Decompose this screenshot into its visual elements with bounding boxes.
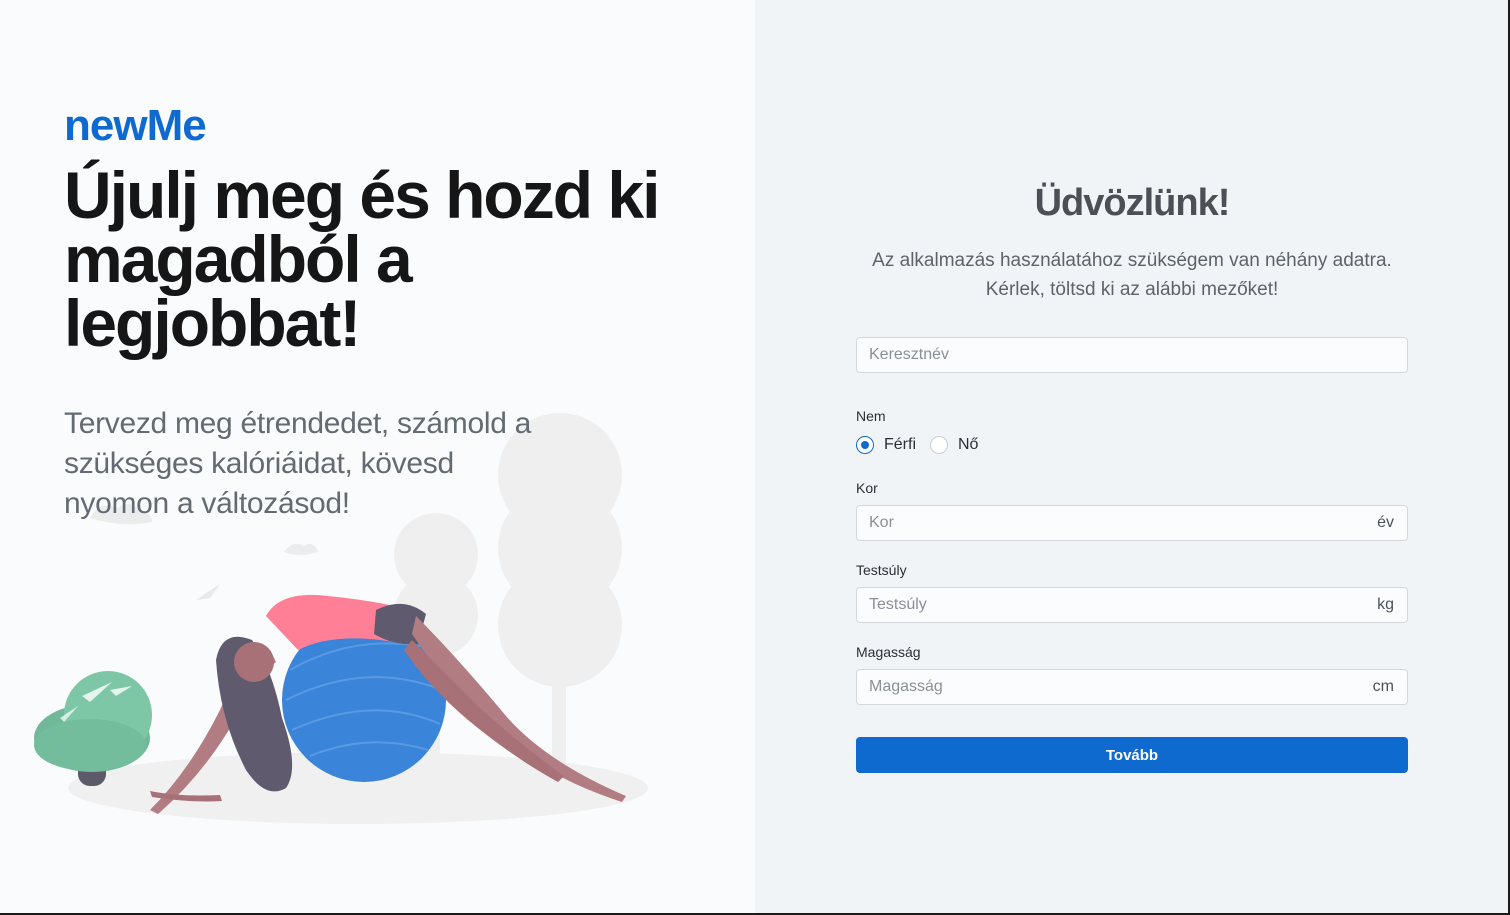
age-input[interactable] xyxy=(857,506,1339,540)
height-input[interactable] xyxy=(857,670,1339,704)
weight-label: Testsúly xyxy=(856,562,907,578)
height-field[interactable]: cm xyxy=(856,669,1408,705)
gender-option-male-label: Férfi xyxy=(884,436,916,453)
age-unit: év xyxy=(1377,514,1394,531)
weight-field[interactable]: kg xyxy=(856,587,1408,623)
continue-button[interactable]: Tovább xyxy=(856,737,1408,773)
weight-unit: kg xyxy=(1377,596,1394,613)
firstname-field[interactable] xyxy=(856,337,1408,373)
gender-radio-group: Férfi Nő xyxy=(856,433,1408,457)
form-title: Üdvözlünk! xyxy=(1034,182,1231,224)
gender-option-female-label: Nő xyxy=(958,436,979,453)
form-intro: Az alkalmazás használatához szükségem va… xyxy=(856,246,1408,304)
hero-subtext: Tervezd meg étrendedet, számold a szüksé… xyxy=(64,407,532,520)
hero-panel: newMe Újulj meg és hozd ki magadból a le… xyxy=(0,0,755,913)
gender-option-female[interactable]: Nő xyxy=(930,436,978,454)
gender-label: Nem xyxy=(856,408,886,424)
weight-input[interactable] xyxy=(857,588,1339,622)
form-intro-line-2: Kérlek, töltsd ki az alábbi mezőket! xyxy=(985,279,1279,300)
radio-unchecked-icon[interactable] xyxy=(930,436,948,454)
age-field[interactable]: év xyxy=(856,505,1408,541)
radio-checked-icon[interactable] xyxy=(856,436,874,454)
age-label: Kor xyxy=(856,480,878,496)
height-unit: cm xyxy=(1372,678,1394,695)
brand-logo: newMe xyxy=(64,101,207,150)
welcome-page: newMe Újulj meg és hozd ki magadból a le… xyxy=(0,0,1510,915)
form-intro-line-1: Az alkalmazás használatához szükségem va… xyxy=(872,250,1392,271)
firstname-input[interactable] xyxy=(857,338,1339,372)
gender-option-male[interactable]: Férfi xyxy=(856,436,916,454)
hero-headline: Újulj meg és hozd ki magadból a legjobba… xyxy=(64,158,660,360)
onboarding-form: Üdvözlünk! Az alkalmazás használatához s… xyxy=(856,170,1408,773)
height-label: Magasság xyxy=(856,644,921,660)
